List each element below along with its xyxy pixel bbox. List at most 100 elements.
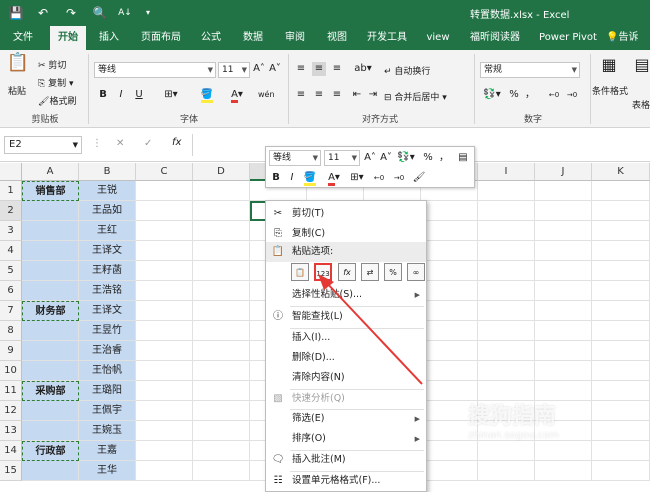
cell-department[interactable]: 财务部 [22, 301, 79, 321]
undo-icon[interactable]: ↶ [34, 5, 52, 21]
align-top-icon[interactable]: ≡ [294, 62, 308, 76]
cell[interactable] [421, 201, 478, 221]
grow-font-icon[interactable]: A˄ [364, 151, 376, 165]
cell[interactable] [592, 241, 650, 261]
format-table-icon[interactable]: ▤ [456, 151, 470, 165]
cell[interactable] [535, 341, 592, 361]
cell[interactable] [535, 461, 592, 481]
cell[interactable] [193, 221, 250, 241]
column-header-k[interactable]: K [592, 163, 650, 181]
cell-name[interactable]: 王译文 [79, 301, 136, 321]
cell[interactable] [592, 321, 650, 341]
menu-item-copy[interactable]: ⎘ 复制(C) [266, 224, 426, 244]
increase-decimal-icon[interactable]: ←0 [370, 171, 388, 185]
cell-department[interactable] [22, 241, 79, 261]
row-header[interactable]: 6 [0, 281, 22, 301]
row-header[interactable]: 2 [0, 201, 22, 221]
cell[interactable] [136, 261, 193, 281]
wrap-text-button[interactable]: ↵ 自动换行 [384, 64, 430, 77]
cell[interactable] [535, 201, 592, 221]
tab-data[interactable]: 数据 [236, 26, 270, 50]
row-header[interactable]: 11 [0, 381, 22, 401]
cell-department[interactable] [22, 221, 79, 241]
column-header-a[interactable]: A [22, 163, 79, 181]
accounting-icon[interactable]: 💱▾ [396, 151, 416, 165]
cell-name[interactable]: 王华 [79, 461, 136, 481]
tab-view-en[interactable]: view [420, 26, 456, 50]
cell[interactable] [136, 381, 193, 401]
row-header[interactable]: 10 [0, 361, 22, 381]
underline-button[interactable]: U [132, 88, 146, 102]
cell[interactable] [136, 301, 193, 321]
mini-font-combo[interactable]: 等线 ▼ [269, 150, 321, 166]
tab-developer[interactable]: 开发工具 [362, 26, 412, 50]
column-header-d[interactable]: D [193, 163, 250, 181]
borders-icon[interactable]: ⊞▾ [348, 171, 366, 185]
cell[interactable] [478, 221, 535, 241]
number-format-combo[interactable]: 常规 ▼ [480, 62, 580, 78]
tab-review[interactable]: 审阅 [278, 26, 312, 50]
enter-icon[interactable]: ✓ [144, 138, 152, 149]
row-header[interactable]: 14 [0, 441, 22, 461]
customize-quick-access-icon[interactable]: ▾ [142, 5, 154, 21]
cell-department[interactable]: 采购部 [22, 381, 79, 401]
menu-item-insert-comment[interactable]: 🗨 插入批注(M) [266, 450, 426, 470]
tab-power-pivot[interactable]: Power Pivot [534, 26, 602, 50]
cell[interactable] [535, 261, 592, 281]
mini-percent-button[interactable]: % [422, 151, 434, 165]
fill-color-icon[interactable]: 🪣 [196, 88, 218, 103]
cell-name[interactable]: 王怡帆 [79, 361, 136, 381]
print-preview-icon[interactable]: 🔍 [92, 5, 108, 21]
tab-file[interactable]: 文件 [4, 26, 42, 50]
align-bottom-icon[interactable]: ≡ [330, 62, 344, 76]
column-header-j[interactable]: J [535, 163, 592, 181]
cell[interactable] [193, 321, 250, 341]
cell[interactable] [535, 241, 592, 261]
copy-button[interactable]: ⎘ 复制 ▾ [38, 76, 73, 89]
cell[interactable] [592, 361, 650, 381]
cell-department[interactable] [22, 401, 79, 421]
format-painter-button[interactable]: 🖌格式刷 [38, 94, 76, 107]
grow-font-button[interactable]: A˄ [252, 62, 266, 76]
cell[interactable] [478, 461, 535, 481]
menu-item-cut[interactable]: ✂ 剪切(T) [266, 204, 426, 224]
cell[interactable] [421, 241, 478, 261]
cell[interactable] [193, 361, 250, 381]
cell[interactable] [478, 321, 535, 341]
mini-size-combo[interactable]: 11 ▼ [324, 150, 360, 166]
borders-icon[interactable]: ⊞▾ [162, 88, 180, 102]
mini-italic-icon[interactable]: I [286, 171, 298, 185]
cell-name[interactable]: 王译文 [79, 241, 136, 261]
conditional-formatting-button[interactable]: 条件格式 [592, 84, 628, 97]
cell-department[interactable] [22, 321, 79, 341]
cell[interactable] [535, 321, 592, 341]
row-header[interactable]: 9 [0, 341, 22, 361]
column-header-i[interactable]: I [478, 163, 535, 181]
cell-name[interactable]: 王治睿 [79, 341, 136, 361]
cell[interactable] [478, 361, 535, 381]
align-left-icon[interactable]: ≡ [294, 88, 308, 102]
cell[interactable] [193, 201, 250, 221]
format-as-table-button[interactable]: 表格 [632, 98, 650, 111]
phonetic-icon[interactable]: wén [258, 88, 275, 102]
sort-az-icon[interactable]: A↓ [116, 5, 134, 21]
font-size-combo[interactable]: 11 ▼ [218, 62, 250, 78]
cell[interactable] [136, 361, 193, 381]
merge-center-button[interactable]: ⊟ 合并后居中 ▾ [384, 90, 447, 103]
orientation-icon[interactable]: ab▾ [354, 62, 372, 76]
cell[interactable] [592, 461, 650, 481]
row-header[interactable]: 13 [0, 421, 22, 441]
menu-item-filter[interactable]: 筛选(E) ▶ [266, 409, 426, 429]
column-header-b[interactable]: B [79, 163, 136, 181]
cell[interactable] [592, 201, 650, 221]
cell-name[interactable]: 王浩铭 [79, 281, 136, 301]
cell[interactable] [535, 221, 592, 241]
cell[interactable] [535, 361, 592, 381]
row-header[interactable]: 7 [0, 301, 22, 321]
cell-name[interactable]: 王璐阳 [79, 381, 136, 401]
decrease-decimal-icon[interactable]: →0 [390, 171, 408, 185]
italic-button[interactable]: I [114, 88, 128, 102]
redo-icon[interactable]: ↷ [62, 5, 80, 21]
decrease-decimal-icon[interactable]: →0 [564, 88, 580, 102]
cell[interactable] [193, 381, 250, 401]
